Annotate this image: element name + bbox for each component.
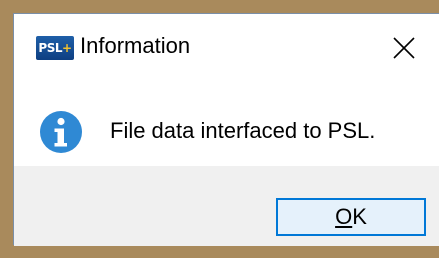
message-text: File data interfaced to PSL. <box>110 118 376 143</box>
ok-mnemonic: O <box>335 204 353 229</box>
title-bar[interactable]: PSL+ Information <box>14 14 439 76</box>
dialog-title: Information <box>80 33 191 58</box>
button-bar: OK <box>14 166 439 246</box>
desktop-background: PSL+ Information File data interfaced to… <box>0 0 439 258</box>
information-dialog: PSL+ Information File data interfaced to… <box>13 13 439 246</box>
ok-label-rest: K <box>352 204 367 229</box>
ok-button[interactable]: OK <box>276 198 426 236</box>
psl-app-icon: PSL+ <box>36 36 74 60</box>
information-icon <box>40 111 82 153</box>
app-icon-text: PSL <box>38 41 63 55</box>
close-button[interactable] <box>382 28 426 68</box>
app-icon-plus: + <box>62 41 72 55</box>
close-icon <box>393 37 415 59</box>
message-area: File data interfaced to PSL. <box>14 76 439 166</box>
